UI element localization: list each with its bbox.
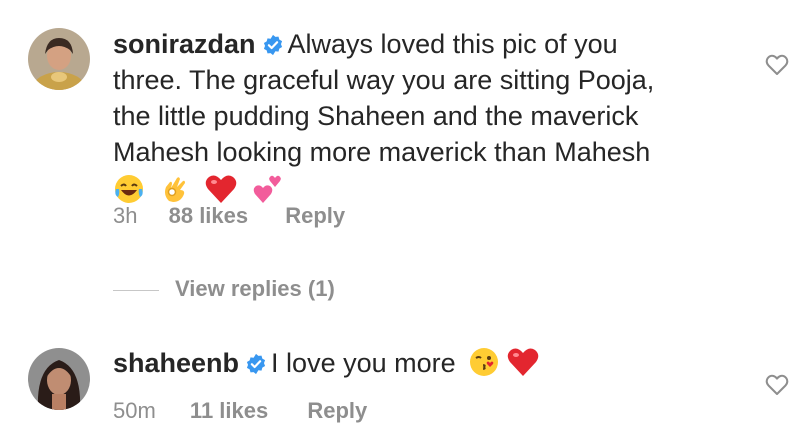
reply-button[interactable]: Reply bbox=[307, 398, 367, 424]
avatar[interactable] bbox=[28, 348, 90, 410]
comment-likes[interactable]: 88 likes bbox=[169, 203, 249, 229]
comment-shaheenb: shaheenb I love you more 50m 11 likes Rep… bbox=[0, 330, 807, 442]
red-heart-emoji-icon bbox=[205, 175, 237, 203]
joy-emoji-icon bbox=[115, 175, 143, 203]
view-replies-button[interactable]: View replies (1) bbox=[113, 276, 335, 302]
divider-line bbox=[113, 289, 159, 291]
comment-meta: 3h 88 likes Reply bbox=[113, 203, 345, 229]
comment-timestamp: 50m bbox=[113, 398, 156, 423]
verified-badge-icon bbox=[263, 34, 282, 56]
reply-button[interactable]: Reply bbox=[285, 203, 345, 229]
comment-username[interactable]: sonirazdan bbox=[113, 29, 256, 59]
comment-likes[interactable]: 11 likes bbox=[190, 398, 268, 424]
two-hearts-emoji-icon bbox=[253, 175, 281, 203]
kiss-emoji-icon bbox=[469, 348, 498, 376]
comment-sonirazdan: sonirazdan Always loved this pic of you t… bbox=[0, 0, 807, 260]
comment-text-block: sonirazdan Always loved this pic of you t… bbox=[113, 26, 673, 208]
view-replies-label[interactable]: View replies (1) bbox=[175, 276, 335, 301]
verified-badge-icon bbox=[246, 353, 266, 375]
comment-timestamp: 3h bbox=[113, 203, 138, 228]
comment-username[interactable]: shaheenb bbox=[113, 348, 239, 378]
like-heart-icon[interactable] bbox=[765, 54, 789, 76]
ok-hand-emoji-icon bbox=[164, 177, 185, 202]
like-heart-icon[interactable] bbox=[765, 374, 789, 396]
comment-meta: 50m 11 likes Reply bbox=[113, 398, 367, 424]
red-heart-emoji-icon bbox=[507, 348, 538, 376]
avatar[interactable] bbox=[28, 28, 90, 90]
comment-text: I love you more bbox=[271, 348, 456, 378]
comment-text-block: shaheenb I love you more bbox=[113, 345, 673, 381]
